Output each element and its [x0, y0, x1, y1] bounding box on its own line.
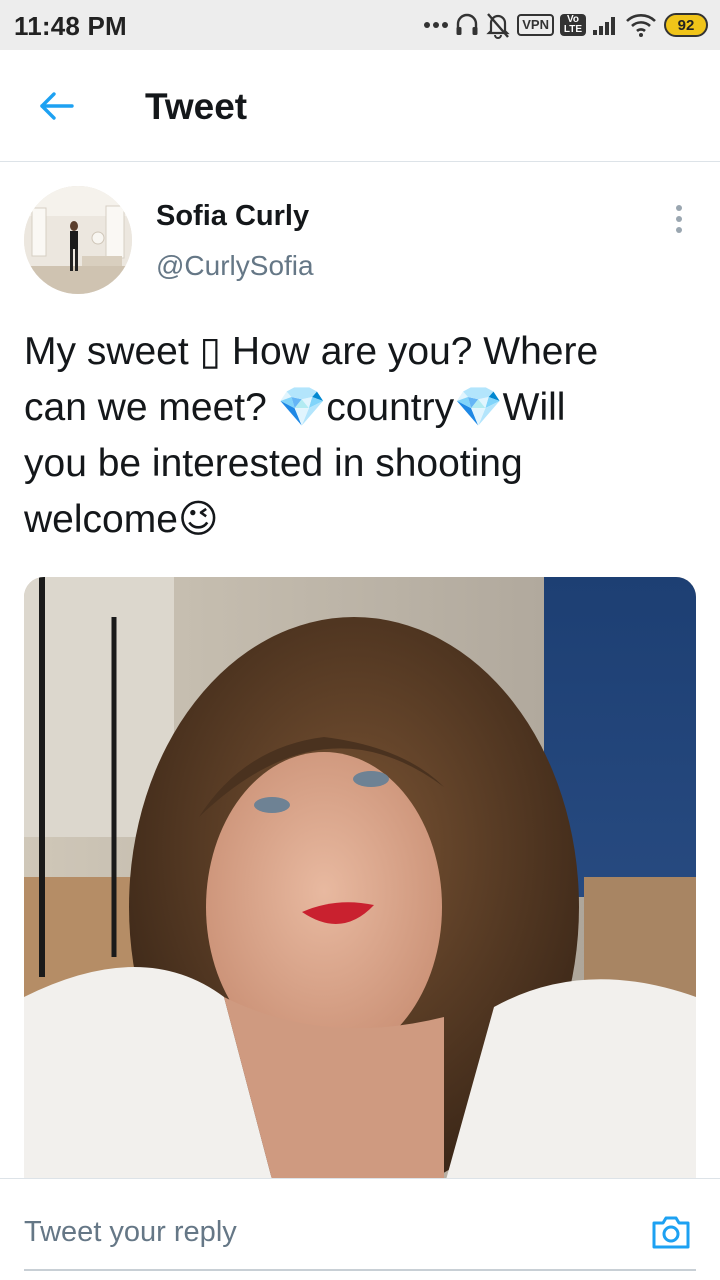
tweet-text-line: you be interested in shooting [24, 442, 523, 485]
signal-icon [593, 17, 615, 35]
tweet-text-line: welcome😉 [24, 498, 219, 541]
status-bar: 11:48 PM VPN Vo LTE 92 [0, 0, 720, 50]
headphones-icon [456, 13, 478, 35]
more-vertical-icon [676, 205, 682, 211]
vpn-icon: VPN [517, 14, 554, 36]
tweet-text: My sweet ▯ How are you? Where can we mee… [24, 324, 696, 548]
page-title: Tweet [145, 86, 248, 127]
reply-input[interactable] [24, 1209, 624, 1255]
reply-divider [24, 1269, 696, 1271]
status-time: 11:48 PM [14, 11, 127, 41]
more-dot [676, 216, 682, 222]
avatar[interactable] [24, 186, 132, 294]
more-dots-icon [424, 22, 449, 28]
bell-off-icon [486, 13, 510, 39]
back-button[interactable] [30, 82, 82, 130]
tweet-header: Tweet [0, 50, 720, 162]
tweet-photo[interactable] [24, 577, 696, 1187]
camera-icon [652, 1216, 690, 1249]
more-dot [676, 227, 682, 233]
reply-bar [0, 1178, 720, 1280]
battery-icon: 92 [664, 13, 708, 37]
wifi-icon [626, 14, 656, 37]
volte-icon: Vo LTE [560, 14, 586, 36]
camera-button[interactable] [648, 1209, 694, 1255]
status-icons: VPN Vo LTE 92 [423, 9, 708, 41]
author-handle[interactable]: @CurlySofia [156, 250, 314, 282]
tweet-text-line: can we meet? 💎country💎Will [24, 386, 566, 429]
back-arrow-icon [40, 92, 74, 120]
author-name[interactable]: Sofia Curly [156, 200, 309, 233]
tweet-text-line: My sweet ▯ How are you? Where [24, 330, 599, 373]
more-options-button[interactable] [664, 200, 694, 238]
